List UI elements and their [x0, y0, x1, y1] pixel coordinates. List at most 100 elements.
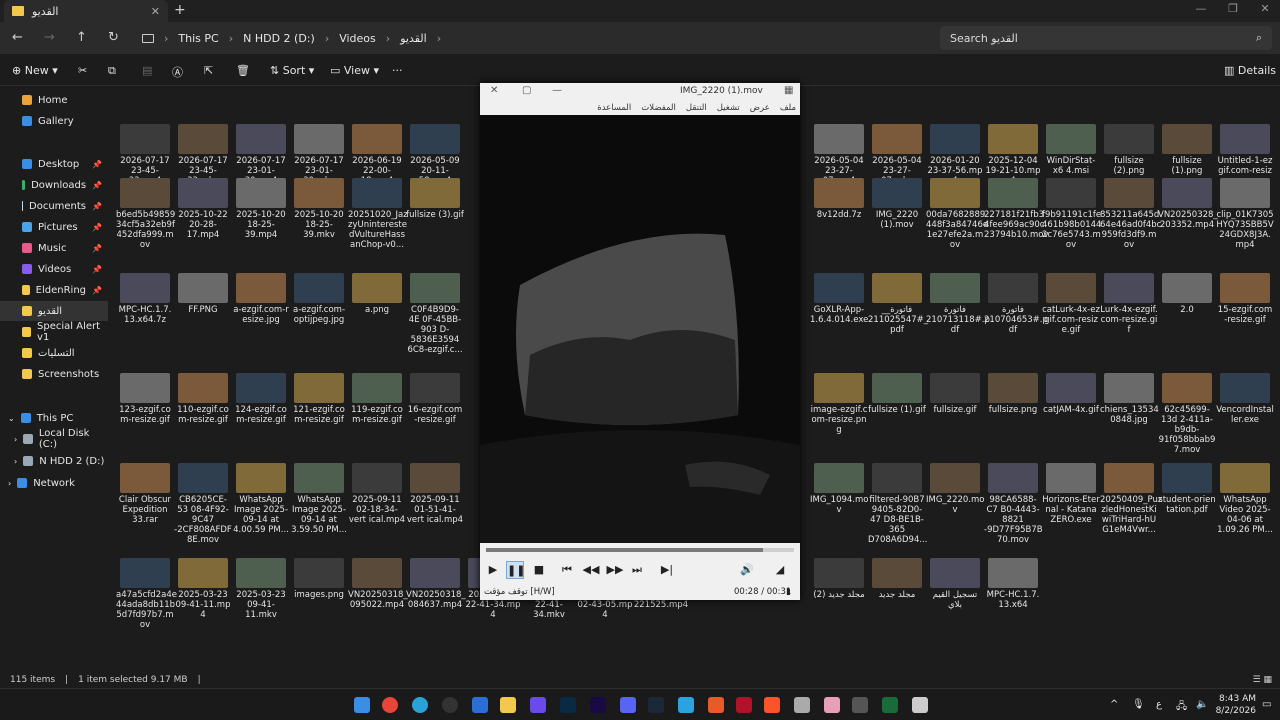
app-icon[interactable]	[736, 697, 752, 713]
file-item[interactable]: 2026-07-17 23-01-30.mkv	[290, 124, 348, 186]
file-item[interactable]: 2026-01-20 23-37-56.mp 4	[926, 124, 984, 186]
chevron-right-icon[interactable]: ›	[14, 435, 17, 444]
file-item[interactable]: 2026-05-04 23-27-07.mkv	[868, 124, 926, 186]
rewind-button[interactable]: ◀◀	[582, 561, 600, 579]
frame-step-button[interactable]: ▶|	[658, 561, 676, 579]
file-item[interactable]: fullsize (2).png	[1100, 124, 1158, 176]
file-item[interactable]: 2026-07-17 23-01-30.mp4	[232, 124, 290, 186]
file-item[interactable]: 2.0	[1158, 273, 1216, 315]
paste-icon[interactable]: ▤	[142, 64, 152, 77]
file-item[interactable]: CB6205CE-53 08-4F92-9C47 -2CF808AFDF 8E.…	[174, 463, 232, 545]
terminal-icon[interactable]	[882, 697, 898, 713]
file-item[interactable]: a-ezgif.com- optijpeg.jpg	[290, 273, 348, 325]
discord-icon[interactable]	[620, 697, 636, 713]
cut-icon[interactable]: ✂	[78, 64, 87, 77]
notification-icon[interactable]: ▭	[1262, 699, 1271, 710]
pause-button[interactable]: ❚❚	[506, 561, 525, 579]
file-item[interactable]: 2026-07-17 23-45-33.mp4	[116, 124, 174, 186]
file-item[interactable]: 8v12dd.7z	[810, 178, 868, 220]
file-item[interactable]: 2025-03-23 09-41-11.mkv	[232, 558, 290, 620]
file-item[interactable]: fullsize (1).png	[1158, 124, 1216, 176]
file-item[interactable]: a47a5cfd2a4e 44ada8db11b 5d7fd97b7.m ov	[116, 558, 177, 630]
sidebar-item-home[interactable]: Home	[0, 90, 108, 110]
language-indicator[interactable]: ع	[1156, 699, 1162, 710]
chevron-right-icon[interactable]: ›	[14, 457, 17, 466]
file-item[interactable]: VN20250318_ 095022.mp4	[348, 558, 408, 610]
search-input[interactable]: Search القديو ⌕	[940, 26, 1272, 50]
more-button[interactable]: ···	[392, 64, 403, 77]
volume-slider[interactable]: ◢	[766, 561, 794, 579]
new-button[interactable]: ⊕ New ▾	[12, 64, 58, 77]
file-item[interactable]: f9b91191c1fe 461b98b0144 2c76e5743.m ov	[1042, 178, 1101, 250]
file-item[interactable]: 2025-10-20 18-25-39.mkv	[290, 178, 348, 240]
maximize-icon[interactable]: ❐	[1218, 2, 1248, 18]
rename-icon[interactable]: Ⓐ	[172, 64, 183, 80]
file-item[interactable]: image-ezgif.c om-resize.pn g	[810, 373, 868, 435]
file-item[interactable]: IMG_2220 (1).mov	[868, 178, 926, 230]
file-item[interactable]: clip_01K7305 HYQ73SBB5V 24GDX8J3A. mp4	[1216, 178, 1274, 250]
file-item[interactable]: filtered-90B7 9405-82D0-47 D8-BE1B-365 D…	[868, 463, 927, 545]
file-item[interactable]: FF.PNG	[174, 273, 232, 315]
file-item[interactable]: 20250409_Puz zledHonestKi wiTriHard-hU G…	[1100, 463, 1162, 535]
details-button[interactable]: ▥ Details	[1224, 64, 1276, 77]
file-item[interactable]: 2026-05-04 23-27-07.mp4	[810, 124, 868, 186]
view-toggle[interactable]: ☰ ▦	[1253, 675, 1272, 685]
player-taskbar-icon[interactable]	[912, 697, 928, 713]
player-minimize-icon[interactable]: —	[552, 85, 562, 96]
file-item[interactable]: a.png	[348, 273, 406, 315]
menu-navigate[interactable]: التنقل	[686, 103, 707, 113]
back-button[interactable]: ←	[12, 30, 23, 45]
file-item[interactable]: 2025-12-04 19-21-10.mp 4	[984, 124, 1042, 186]
sidebar-item-special-alert[interactable]: Special Alert v1	[0, 321, 108, 343]
microphone-icon[interactable]: 🎙	[1132, 699, 1145, 710]
file-item[interactable]: C0F4B9D9-4E 0F-45BB-903 D-5836E3594 6C8-…	[406, 273, 464, 355]
file-item[interactable]: a-ezgif.com-r esize.jpg	[232, 273, 290, 325]
file-item[interactable]: WhatsApp Video 2025-04-06 at 1.09.26 PM.…	[1216, 463, 1274, 535]
file-item[interactable]: IMG_1094.mo v	[810, 463, 869, 515]
file-item[interactable]: 2025-09-11 01-51-41-vert ical.mp4	[406, 463, 464, 525]
file-item[interactable]: fullsize (1).gif	[868, 373, 926, 415]
menu-favorites[interactable]: المفضلات	[641, 103, 676, 113]
refresh-button[interactable]: ↻	[108, 30, 119, 45]
breadcrumb-current[interactable]: القديو	[400, 32, 427, 45]
file-item[interactable]: 2026-05-09 20-11-58.mp4	[406, 124, 464, 186]
sidebar-item-this-pc[interactable]: ⌄ This PC	[0, 408, 108, 428]
file-item[interactable]: 62c45699-13d 2-411a-b9db- 91f058bbab9 7.…	[1158, 373, 1216, 455]
chrome-icon[interactable]	[382, 697, 398, 713]
menu-play[interactable]: تشغيل	[717, 103, 740, 113]
breadcrumb[interactable]: › This PC › N HDD 2 (D:) › Videos › القد…	[132, 26, 930, 50]
minimize-icon[interactable]: —	[1186, 2, 1216, 18]
file-item[interactable]: MPC-HC.1.7. 13.x64	[984, 558, 1042, 610]
player-maximize-icon[interactable]: ▢	[522, 85, 531, 96]
tab-active[interactable]: القديو ✕	[4, 0, 168, 22]
tab-close-icon[interactable]: ✕	[151, 5, 160, 18]
sidebar-item-desktop[interactable]: Desktop 📌	[0, 154, 108, 174]
file-item[interactable]: 110-ezgif.co m-resize.gif	[174, 373, 232, 425]
file-item[interactable]: مجلد جديد (2)	[810, 558, 868, 600]
file-item[interactable]: WinDirStat-x6 4.msi	[1042, 124, 1100, 176]
media-icon[interactable]	[530, 697, 546, 713]
edge-icon[interactable]	[412, 697, 428, 713]
file-explorer-icon[interactable]	[500, 697, 516, 713]
sidebar-item-eldenring[interactable]: EldenRing 📌	[0, 280, 108, 300]
file-item[interactable]: WhatsApp Image 2025-09-14 at 4.00.59 PM.…	[232, 463, 290, 535]
file-item[interactable]: 2025-09-11 02-18-34-vert ical.mp4	[348, 463, 406, 525]
file-item[interactable]: 123-ezgif.co m-resize.gif	[116, 373, 174, 425]
menu-file[interactable]: ملف	[780, 103, 796, 113]
file-item[interactable]: 119-ezgif.co m-resize.gif	[348, 373, 406, 425]
close-window-icon[interactable]: ✕	[1250, 2, 1280, 18]
sidebar-item-music[interactable]: Music 📌	[0, 238, 108, 258]
sidebar-item-screenshots[interactable]: Screenshots	[0, 364, 108, 384]
view-button[interactable]: ▭ View ▾	[330, 64, 379, 77]
premiere-icon[interactable]	[590, 697, 606, 713]
file-item[interactable]: فاتورة__ #211025547_ pdf	[868, 273, 928, 335]
file-item[interactable]: 2025-10-20 18-25-39.mp4	[232, 178, 290, 240]
file-item[interactable]: فاتورة #210704653.p df	[984, 273, 1048, 335]
sort-button[interactable]: ⇅ Sort ▾	[270, 64, 314, 77]
file-item[interactable]: catLurk-4x-ez gif.com-resiz e.gif	[1042, 273, 1100, 335]
speaker-icon[interactable]: 🔊	[738, 561, 756, 579]
player-close-icon[interactable]: ✕	[490, 85, 498, 96]
github-icon[interactable]	[442, 697, 458, 713]
file-item[interactable]: GoXLR-App- 1.6.4.014.exe	[810, 273, 868, 325]
sidebar-item-network[interactable]: › Network	[0, 473, 108, 493]
